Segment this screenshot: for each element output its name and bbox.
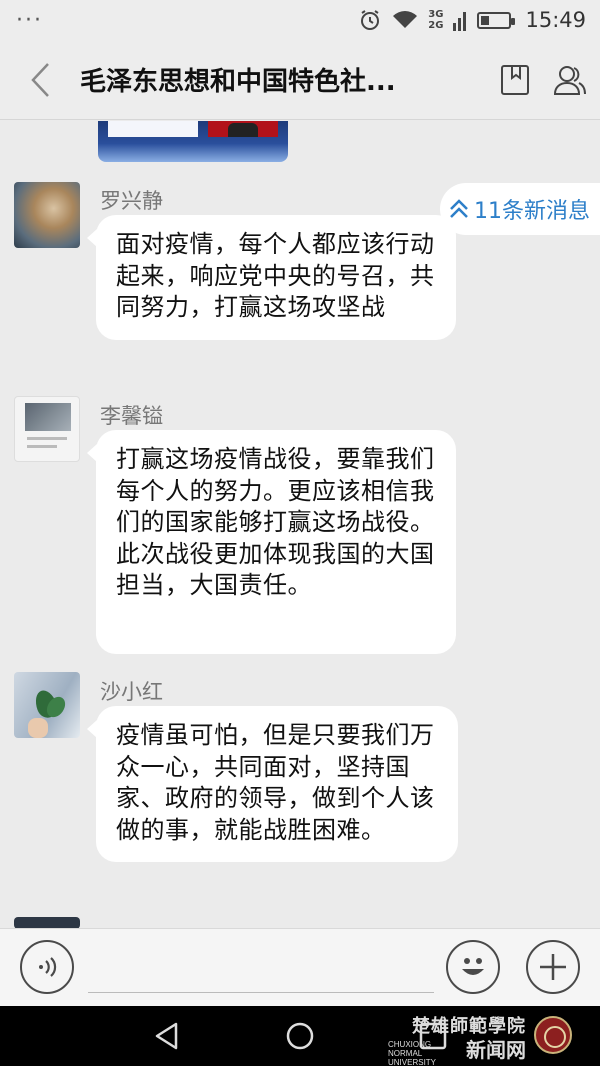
battery-icon	[477, 11, 516, 29]
input-bar	[0, 928, 600, 1006]
emoji-button[interactable]	[446, 940, 500, 994]
system-nav-bar: 楚雄師範學院 CHUXIONG NORMAL UNIVERSITY 新闻网	[0, 1006, 600, 1066]
image-stripe	[108, 121, 198, 137]
message-input[interactable]	[88, 943, 434, 993]
nav-home-icon	[286, 1022, 314, 1050]
message-bubble[interactable]: 疫情虽可怕，但是只要我们万众一心，共同面对，坚持国家、政府的领导，做到个人该做的…	[87, 706, 458, 862]
double-chevron-up-icon	[450, 199, 468, 218]
nav-home-button[interactable]	[280, 1016, 320, 1056]
chevron-left-icon	[31, 62, 49, 97]
network-type-bottom: 2G	[428, 20, 444, 31]
bookmark-button[interactable]	[490, 40, 540, 120]
avatar-line	[27, 437, 67, 440]
message-bubble[interactable]: 打赢这场疫情战役，要靠我们每个人的努力。更应该相信我们的国家能够打赢这场战役。此…	[87, 430, 456, 654]
status-right-group: 3G 2G 15:49	[358, 8, 586, 32]
sender-name: 沙小红	[100, 680, 163, 704]
chat-message-list[interactable]: 罗兴静 面对疫情，每个人都应该行动起来，响应党中央的号召，共同努力，打赢这场攻坚…	[0, 121, 600, 928]
group-members-button[interactable]	[540, 40, 600, 120]
new-messages-label: 11条新消息	[474, 199, 590, 224]
image-figure	[228, 123, 258, 137]
sender-name: 李馨镒	[100, 404, 163, 428]
new-messages-button[interactable]: 11条新消息	[440, 183, 600, 235]
watermark-english: CHUXIONG NORMAL UNIVERSITY	[388, 1040, 437, 1066]
emoji-icon	[462, 958, 484, 975]
avatar[interactable]	[14, 396, 80, 462]
avatar-line	[27, 445, 57, 448]
avatar-picture	[25, 403, 71, 431]
nav-back-button[interactable]	[147, 1016, 187, 1056]
message-bubble[interactable]: 面对疫情，每个人都应该行动起来，响应党中央的号召，共同努力，打赢这场攻坚战	[87, 215, 456, 340]
avatar[interactable]	[14, 672, 80, 738]
network-type-top: 3G	[428, 9, 444, 20]
status-more-indicator: ···	[16, 7, 43, 33]
watermark-logo: 楚雄師範學院 CHUXIONG NORMAL UNIVERSITY 新闻网	[388, 1012, 578, 1066]
group-members-icon	[553, 65, 586, 95]
clock: 15:49	[525, 8, 586, 32]
more-options-button[interactable]	[526, 940, 580, 994]
network-type: 3G 2G	[428, 9, 443, 31]
bookmark-icon	[501, 64, 529, 95]
avatar-hand	[28, 718, 48, 738]
avatar[interactable]	[14, 917, 80, 928]
wifi-icon	[392, 10, 418, 30]
watermark-line2: 新闻网	[466, 1038, 526, 1062]
voice-icon	[39, 957, 57, 977]
plus-icon	[540, 954, 566, 980]
nav-back-icon	[155, 1022, 178, 1050]
status-bar: ··· 3G 2G 15:49	[0, 0, 600, 40]
chat-header: 毛泽东思想和中国特色社...	[0, 40, 600, 120]
shared-image-message[interactable]	[98, 121, 288, 162]
sender-name: 罗兴静	[100, 189, 163, 213]
battery-level	[481, 15, 490, 25]
alarm-icon	[358, 8, 382, 32]
signal-icon	[453, 9, 467, 31]
chat-title: 毛泽东思想和中国特色社...	[80, 67, 396, 97]
avatar[interactable]	[14, 182, 80, 248]
back-button[interactable]	[0, 40, 80, 120]
seal-icon	[534, 1016, 572, 1054]
voice-button[interactable]	[20, 940, 74, 994]
